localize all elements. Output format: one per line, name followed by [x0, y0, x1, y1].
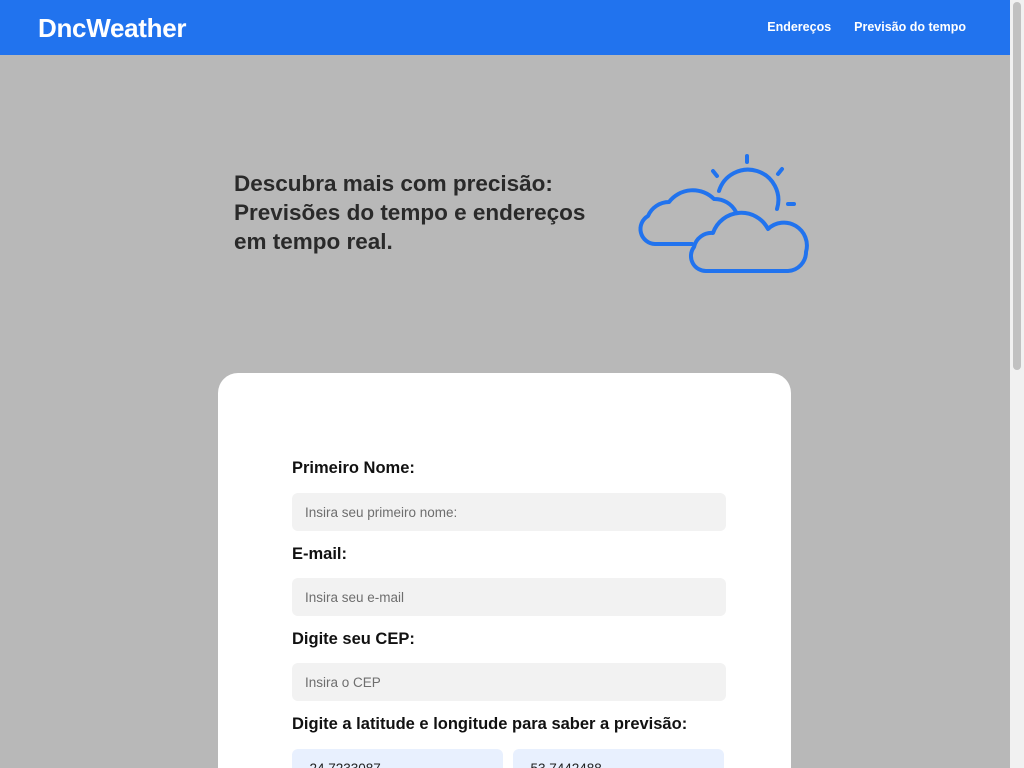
first-name-input[interactable]	[292, 493, 726, 531]
cep-label: Digite seu CEP:	[292, 630, 415, 648]
partly-cloudy-icon	[638, 154, 809, 274]
cep-input[interactable]	[292, 663, 726, 701]
nav-link-enderecos[interactable]: Endereços	[767, 20, 831, 34]
hero-headline-line-3: em tempo real.	[234, 229, 393, 254]
hero-headline: Descubra mais com precisão: Previsões do…	[234, 169, 634, 256]
top-navbar: DncWeather Endereços Previsão do tempo	[0, 0, 1010, 55]
page-scrollbar[interactable]	[1010, 0, 1024, 768]
coordinates-label: Digite a latitude e longitude para saber…	[292, 715, 688, 733]
email-input[interactable]	[292, 578, 726, 616]
brand-logo[interactable]: DncWeather	[38, 13, 187, 44]
main-nav: Endereços Previsão do tempo	[767, 20, 966, 34]
scrollbar-thumb[interactable]	[1013, 2, 1021, 370]
email-label: E-mail:	[292, 545, 348, 563]
longitude-input[interactable]	[513, 749, 724, 768]
contact-form-card: Primeiro Nome: E-mail: Digite seu CEP: D…	[218, 373, 791, 768]
first-name-label: Primeiro Nome:	[292, 459, 415, 477]
nav-link-previsao[interactable]: Previsão do tempo	[854, 20, 966, 34]
hero-headline-line-2: Previsões do tempo e endereços	[234, 200, 586, 225]
hero-headline-line-1: Descubra mais com precisão:	[234, 171, 553, 196]
latitude-input[interactable]	[292, 749, 503, 768]
